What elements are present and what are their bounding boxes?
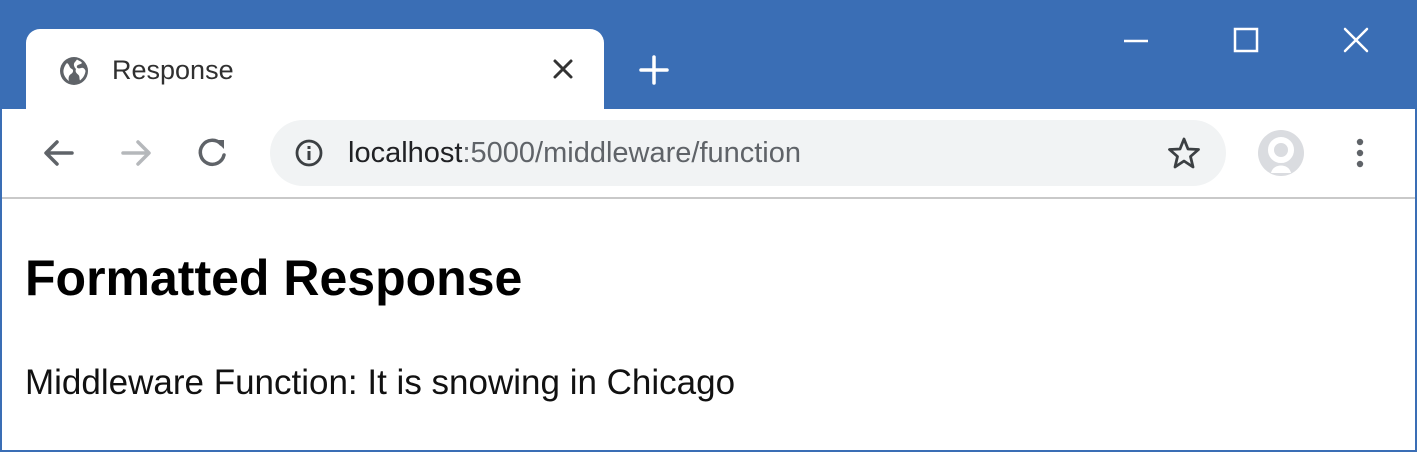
tab-title: Response [112, 55, 234, 85]
bookmark-star-icon[interactable] [1166, 135, 1202, 171]
page-content: Formatted Response Middleware Function: … [2, 199, 1415, 450]
title-bar: Response [2, 2, 1415, 110]
kebab-menu-icon[interactable] [1340, 133, 1380, 173]
page-paragraph: Middleware Function: It is snowing in Ch… [25, 363, 736, 402]
avatar-icon[interactable] [1257, 129, 1305, 177]
url-text[interactable]: localhost:5000/middleware/function [348, 134, 801, 172]
globe-icon [58, 55, 90, 87]
tab-response[interactable]: Response [26, 29, 604, 110]
new-tab-plus-icon[interactable] [636, 52, 672, 88]
maximize-icon[interactable] [1230, 24, 1262, 56]
tab-close-icon[interactable] [548, 54, 578, 84]
url-host: localhost [348, 137, 463, 169]
back-arrow-icon[interactable] [39, 133, 79, 173]
window-close-icon[interactable] [1340, 24, 1372, 56]
reload-icon[interactable] [193, 133, 233, 173]
address-bar[interactable]: localhost:5000/middleware/function [270, 120, 1226, 186]
page-heading: Formatted Response [25, 250, 523, 306]
browser-toolbar: localhost:5000/middleware/function [2, 109, 1415, 199]
url-path: :5000/middleware/function [462, 137, 802, 169]
info-icon[interactable] [294, 138, 324, 168]
minimize-icon[interactable] [1120, 24, 1152, 56]
browser-window: Response localhost:5000/middleware/funct… [0, 0, 1417, 452]
forward-arrow-icon[interactable] [116, 133, 156, 173]
